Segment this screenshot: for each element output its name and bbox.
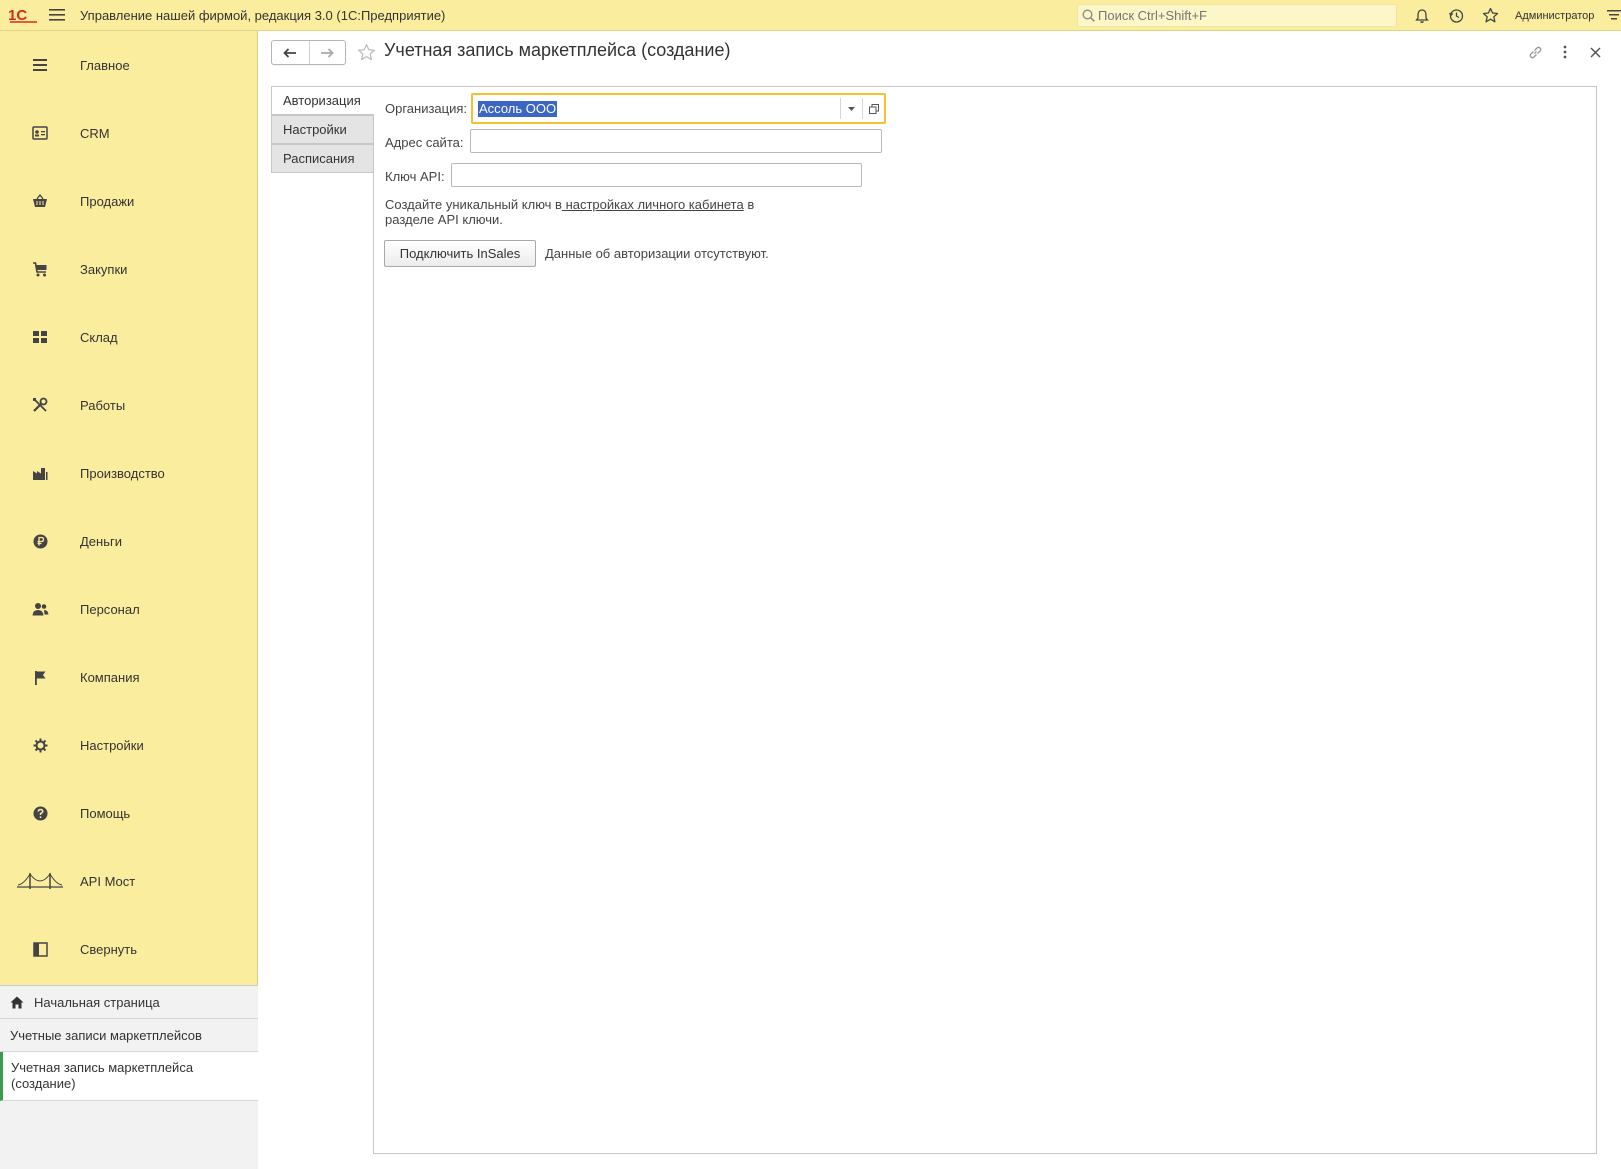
sidebar-item-label: Помощь [80, 805, 131, 821]
api-key-hint: Создайте уникальный ключ в настройках ли… [385, 197, 785, 227]
sidebar-item-label: Склад [80, 329, 118, 345]
connect-insales-button[interactable]: Подключить InSales [384, 240, 536, 267]
sidebar-item-warehouse[interactable]: Склад [0, 303, 257, 371]
search-icon [1082, 9, 1095, 22]
sidebar-item-label: Персонал [80, 601, 140, 617]
ruble-coin-icon [0, 534, 80, 549]
tab-settings[interactable]: Настройки [271, 115, 374, 144]
sidebar-item-label: Свернуть [80, 941, 138, 957]
sidebar-item-company[interactable]: Компания [0, 643, 257, 711]
sidebar-item-label: Компания [80, 669, 140, 685]
open-window-current-form[interactable]: Учетная запись маркетплейса (создание) [0, 1052, 258, 1101]
sidebar-item-label: Деньги [80, 533, 122, 549]
authorization-status: Данные об авторизации отсутствуют. [545, 246, 769, 261]
search-input[interactable] [1098, 8, 1388, 23]
tab-label: Расписания [283, 151, 355, 166]
sidebar-item-label: Настройки [80, 737, 144, 753]
open-window-marketplace-accounts[interactable]: Учетные записи маркетплейсов [0, 1019, 258, 1052]
sidebar-item-label: API Мост [80, 873, 136, 889]
tab-label: Авторизация [283, 93, 361, 108]
organization-field[interactable]: Ассоль ООО [471, 93, 886, 124]
open-window-label: Учетные записи маркетплейсов [10, 1027, 202, 1043]
open-item-icon[interactable] [862, 98, 884, 119]
hint-text-before: Создайте уникальный ключ в [385, 197, 562, 212]
basket-icon [0, 194, 80, 208]
sidebar-item-sales[interactable]: Продажи [0, 167, 257, 235]
tab-authorization[interactable]: Авторизация [271, 86, 374, 115]
sidebar-item-personnel[interactable]: Персонал [0, 575, 257, 643]
contact-card-icon [0, 126, 80, 140]
arrow-left-icon [283, 47, 297, 58]
sidebar-item-purchases[interactable]: Закупки [0, 235, 257, 303]
sidebar-item-crm[interactable]: CRM [0, 99, 257, 167]
sidebar-item-collapse[interactable]: Свернуть [0, 915, 257, 983]
open-window-label: Начальная страница [34, 994, 160, 1010]
favorites-star-icon[interactable] [1473, 0, 1507, 31]
organization-label: Организация: [385, 101, 468, 116]
sidebar-item-label: Работы [80, 397, 126, 413]
top-bar: 1С Управление нашей фирмой, редакция 3.0… [0, 0, 1621, 31]
api-key-input[interactable] [451, 163, 862, 187]
tab-label: Настройки [283, 122, 347, 137]
help-icon [0, 806, 80, 821]
app-title: Управление нашей фирмой, редакция 3.0 (1… [80, 7, 446, 23]
api-key-label: Ключ API: [385, 169, 445, 184]
sidebar-item-settings[interactable]: Настройки [0, 711, 257, 779]
back-button[interactable] [272, 41, 309, 64]
collapse-panel-icon [0, 941, 80, 957]
sidebar-item-money[interactable]: Деньги [0, 507, 257, 575]
forward-button[interactable] [308, 41, 346, 64]
link-icon[interactable] [1520, 40, 1550, 64]
sidebar-item-main[interactable]: Главное [0, 31, 257, 99]
people-icon [0, 602, 80, 616]
sidebar-item-works[interactable]: Работы [0, 371, 257, 439]
cart-icon [0, 261, 80, 277]
sidebar-item-label: CRM [80, 125, 110, 141]
flag-icon [0, 670, 80, 685]
warehouse-grid-icon [0, 330, 80, 344]
site-address-label: Адрес сайта: [385, 135, 464, 150]
tab-schedules[interactable]: Расписания [271, 144, 374, 173]
svg-text:1С: 1С [8, 7, 27, 23]
gear-icon [0, 738, 80, 753]
1c-logo-icon[interactable]: 1С [4, 0, 42, 31]
sidebar-item-label: Производство [80, 465, 165, 481]
more-actions-icon[interactable] [1550, 40, 1580, 64]
sidebar-item-label: Продажи [80, 193, 135, 209]
arrow-right-icon [321, 47, 335, 58]
organization-value[interactable]: Ассоль ООО [478, 100, 558, 117]
home-icon [10, 996, 24, 1008]
bridge-icon [0, 871, 80, 891]
factory-icon [0, 466, 80, 481]
form-title: Учетная запись маркетплейса (создание) [384, 40, 731, 60]
notifications-bell-icon[interactable] [1405, 0, 1439, 31]
dropdown-arrow-icon[interactable] [840, 98, 862, 119]
sidebar-item-api-bridge[interactable]: API Мост [0, 847, 257, 915]
open-windows-list: Начальная страница Учетные записи маркет… [0, 985, 258, 1169]
site-address-input[interactable] [470, 129, 882, 153]
sidebar-item-label: Главное [80, 57, 130, 73]
history-clock-icon[interactable] [1439, 0, 1473, 31]
user-name[interactable]: Администратор [1515, 10, 1594, 22]
user-settings-menu-icon[interactable] [1600, 0, 1621, 31]
sections-sidebar: Главное CRM Продажи Закупки Склад Работы [0, 31, 258, 1169]
add-to-favorites-star-icon[interactable] [355, 41, 377, 63]
sidebar-item-help[interactable]: Помощь [0, 779, 257, 847]
open-window-home[interactable]: Начальная страница [0, 986, 258, 1019]
navigation-buttons [271, 40, 346, 65]
sidebar-item-production[interactable]: Производство [0, 439, 257, 507]
global-search[interactable] [1077, 4, 1397, 27]
tools-icon [0, 397, 80, 413]
open-window-label: Учетная запись маркетплейса (создание) [11, 1060, 194, 1091]
sidebar-item-label: Закупки [80, 261, 128, 277]
close-icon[interactable] [1580, 40, 1610, 64]
hamburger-menu-icon[interactable] [42, 0, 72, 31]
menu-list-icon [0, 59, 80, 71]
account-settings-link[interactable]: настройках личного кабинета [562, 197, 744, 212]
